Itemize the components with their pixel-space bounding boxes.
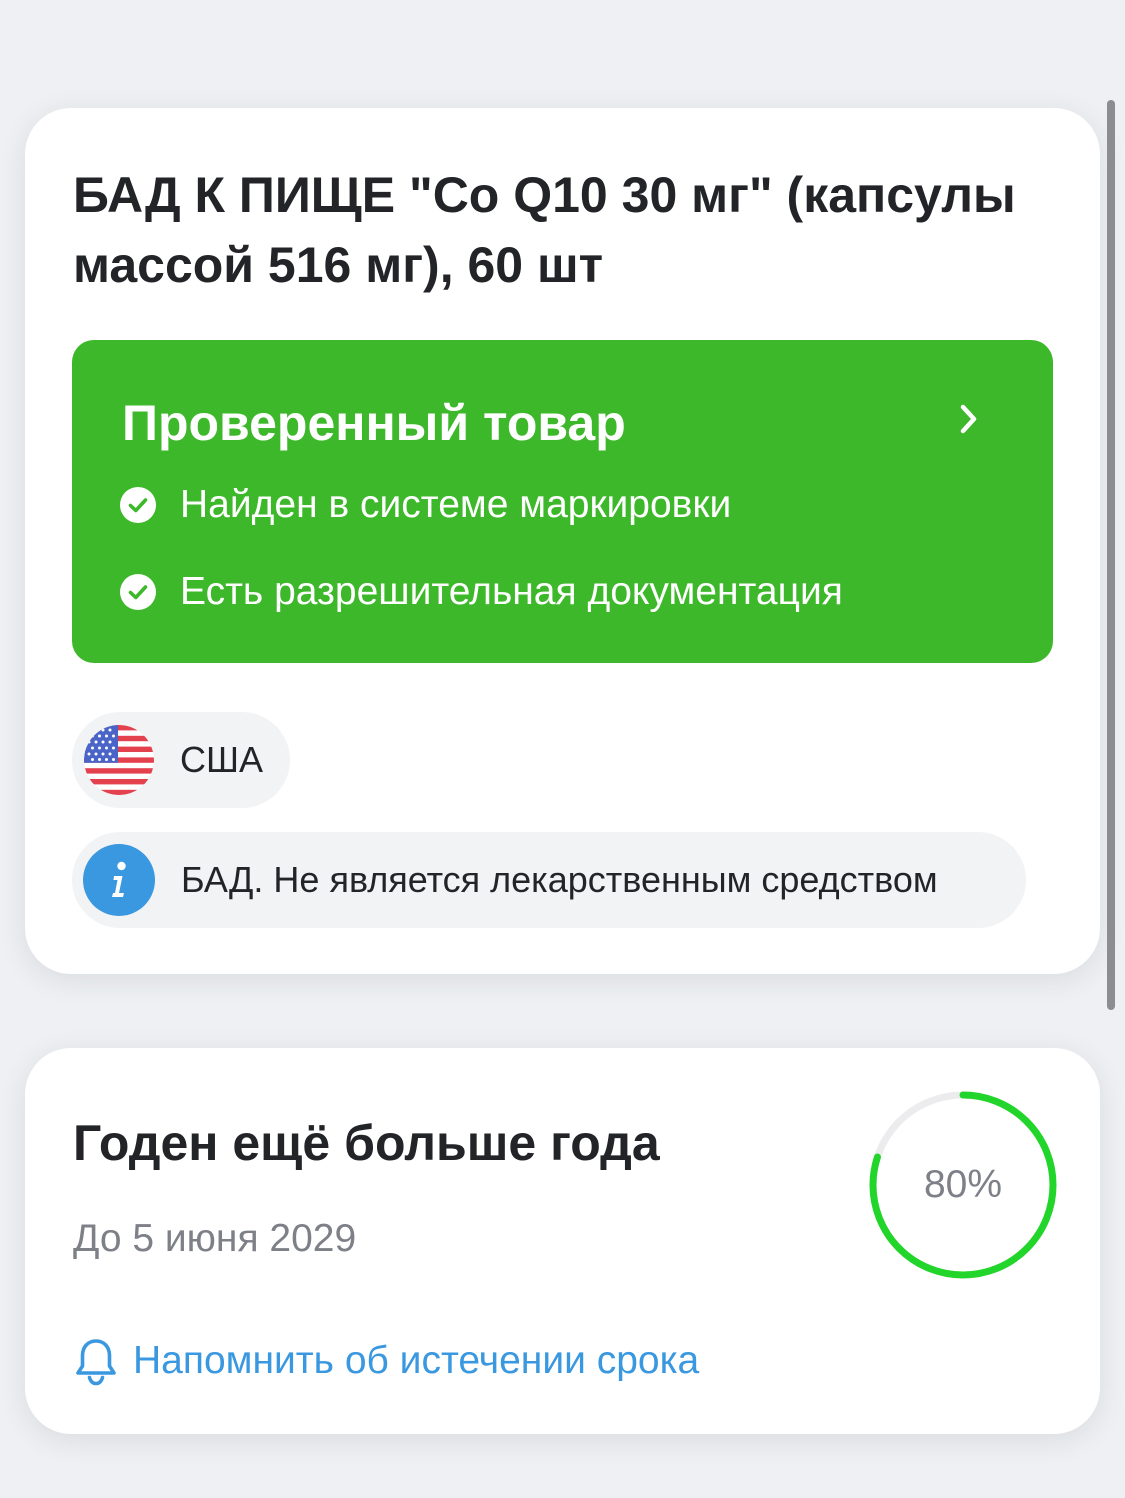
usa-flag-icon xyxy=(84,725,154,795)
verification-item: Есть разрешительная документация xyxy=(120,567,843,617)
verification-item-label: Есть разрешительная документация xyxy=(180,570,843,613)
expiry-title: Годен ещё больше года xyxy=(73,1115,660,1171)
info-icon xyxy=(83,844,155,916)
bell-icon xyxy=(76,1339,116,1386)
check-circle-icon xyxy=(120,574,156,610)
check-circle-icon xyxy=(120,487,156,523)
expiry-reminder-button[interactable]: Напомнить об истечении срока xyxy=(73,1336,699,1386)
product-title: БАД К ПИЩЕ "Co Q10 30 мг" (капсулы массо… xyxy=(73,167,1016,293)
country-label: США xyxy=(180,739,264,780)
info-chip: БАД. Не является лекарственным средством xyxy=(72,832,1026,928)
progress-label: 80% xyxy=(923,1163,1003,1206)
info-label: БАД. Не является лекарственным средством xyxy=(181,859,938,900)
verification-item: Найден в системе маркировки xyxy=(120,480,731,530)
expiry-card: Годен ещё больше года До 5 июня 2029 80%… xyxy=(25,1048,1100,1434)
scrollbar[interactable] xyxy=(1107,100,1115,1010)
verified-product-banner[interactable]: Проверенный товар Найден в системе марки… xyxy=(72,340,1053,663)
verification-item-label: Найден в системе маркировки xyxy=(180,483,732,526)
country-chip: США xyxy=(72,712,290,808)
product-card: БАД К ПИЩЕ "Co Q10 30 мг" (капсулы массо… xyxy=(25,108,1100,974)
reminder-label: Напомнить об истечении срока xyxy=(133,1339,700,1382)
chevron-right-icon xyxy=(960,404,977,434)
verified-title: Проверенный товар xyxy=(122,395,626,451)
expiry-date: До 5 июня 2029 xyxy=(73,1217,357,1260)
